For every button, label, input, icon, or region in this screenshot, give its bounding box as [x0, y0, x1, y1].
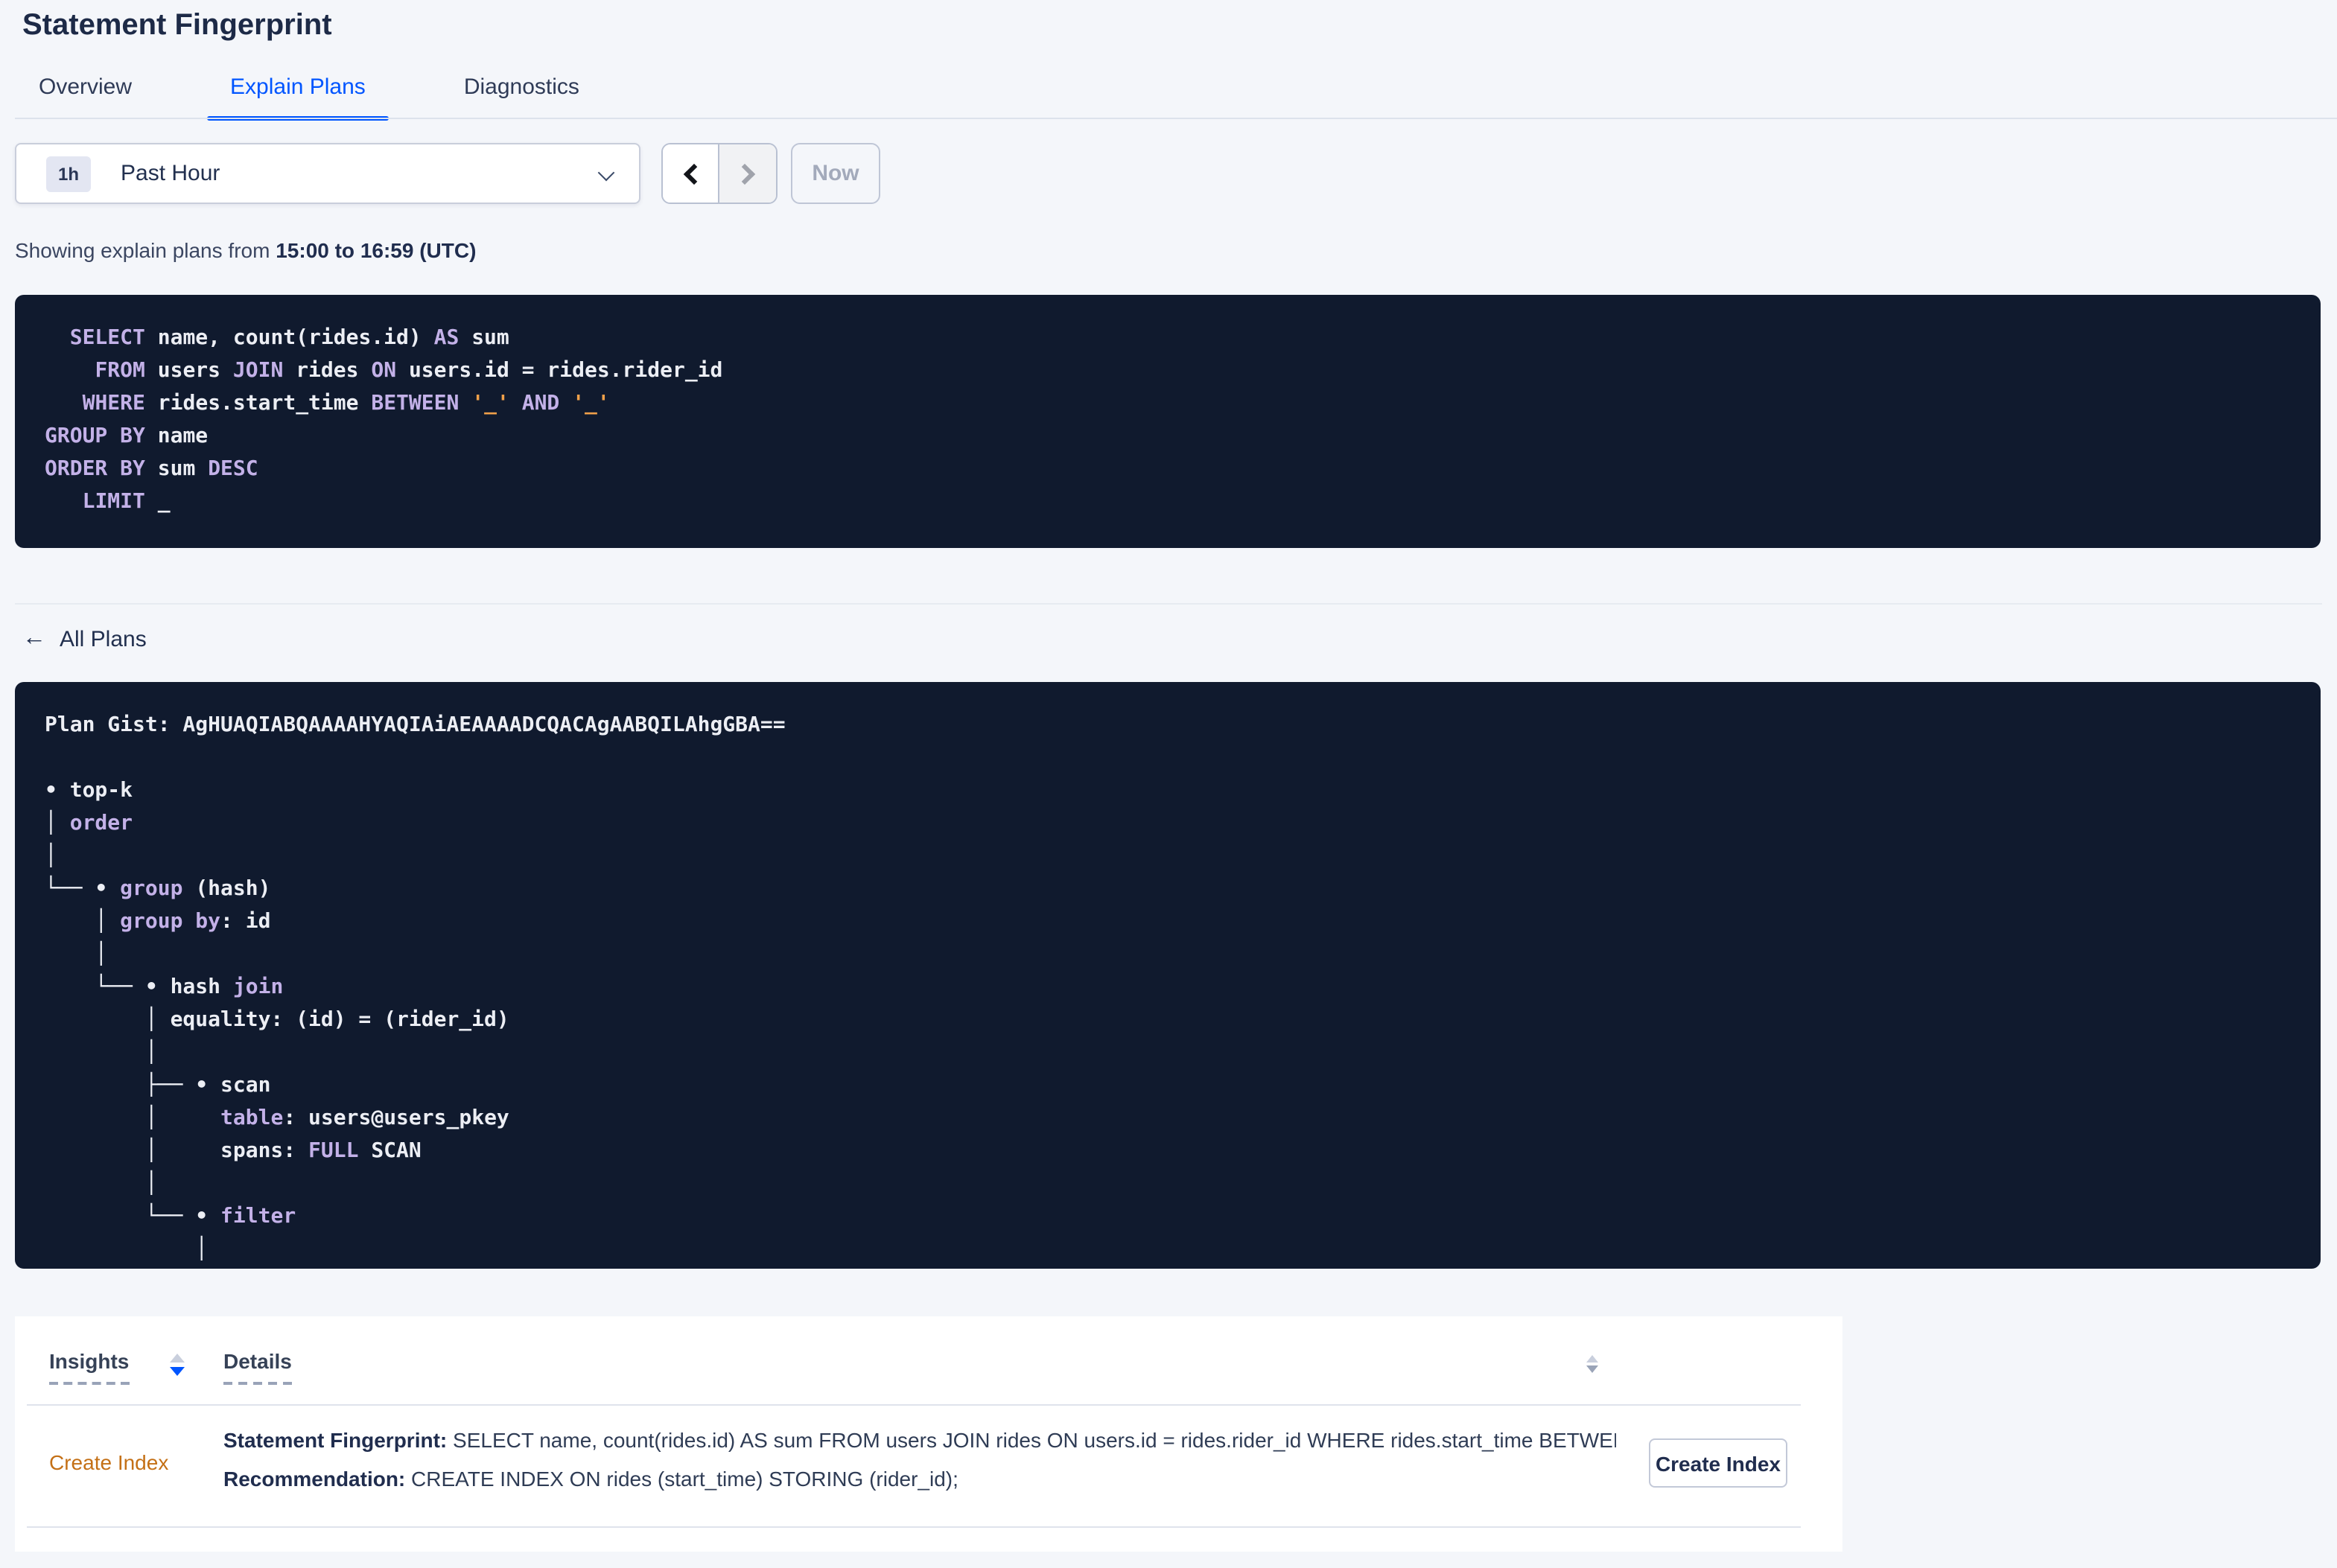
all-plans-label: All Plans	[60, 626, 147, 651]
all-plans-back-link[interactable]: ← All Plans	[22, 625, 147, 652]
tab-overview[interactable]: Overview	[15, 63, 156, 119]
sql-statement-box: SELECT name, count(rides.id) AS sum FROM…	[15, 295, 2321, 548]
sort-descending-icon	[170, 1367, 185, 1376]
table-header-divider	[27, 1404, 1801, 1406]
arrow-left-icon: ←	[22, 625, 46, 651]
column-header-details[interactable]: Details	[223, 1349, 292, 1385]
tab-explain-plans[interactable]: Explain Plans	[206, 63, 390, 121]
column-header-insights[interactable]: Insights	[49, 1349, 130, 1385]
tab-diagnostics-label: Diagnostics	[463, 74, 579, 100]
section-divider	[15, 603, 2322, 605]
tab-bar: Overview Explain Plans Diagnostics	[15, 63, 654, 121]
insight-type-link[interactable]: Create Index	[49, 1450, 168, 1474]
table-row-divider	[27, 1526, 1801, 1528]
chevron-right-icon	[734, 162, 756, 185]
recommendation-detail: Recommendation: CREATE INDEX ON rides (s…	[223, 1467, 958, 1491]
sort-descending-icon	[1586, 1365, 1598, 1373]
tab-bar-divider	[15, 118, 2337, 119]
sort-insights-control[interactable]	[170, 1354, 185, 1376]
chevron-down-icon	[597, 164, 615, 182]
statement-fingerprint-page: Statement Fingerprint Overview Explain P…	[0, 0, 2337, 1568]
recommendation-label: Recommendation:	[223, 1467, 406, 1491]
time-picker-row: 1h Past Hour Now	[15, 143, 2322, 204]
sort-details-control[interactable]	[1586, 1355, 1598, 1373]
insights-table-card: Insights Details Create Index Statement …	[15, 1316, 1842, 1552]
sort-ascending-icon	[170, 1354, 185, 1363]
time-nav-group	[661, 143, 778, 204]
sort-ascending-icon	[1586, 1355, 1598, 1363]
time-range-label: Past Hour	[121, 161, 220, 186]
tab-overview-label: Overview	[39, 74, 133, 100]
next-time-button[interactable]	[719, 144, 776, 203]
page-title: Statement Fingerprint	[22, 9, 332, 42]
statement-fingerprint-detail: Statement Fingerprint: SELECT name, coun…	[223, 1428, 1616, 1452]
showing-range-value: 15:00 to 16:59 (UTC)	[276, 238, 477, 262]
tab-explain-plans-label: Explain Plans	[230, 74, 366, 100]
showing-range-text: Showing explain plans from 15:00 to 16:5…	[15, 238, 476, 262]
now-button[interactable]: Now	[791, 143, 880, 204]
statement-fingerprint-label: Statement Fingerprint:	[223, 1428, 448, 1452]
time-interval-badge: 1h	[46, 156, 91, 191]
plan-gist-box: Plan Gist: AgHUAQIABQAAAAHYAQIAiAEAAAADC…	[15, 682, 2321, 1269]
create-index-button[interactable]: Create Index	[1649, 1438, 1787, 1488]
previous-time-button[interactable]	[663, 144, 720, 203]
tab-diagnostics[interactable]: Diagnostics	[440, 63, 603, 119]
chevron-left-icon	[682, 162, 705, 185]
showing-range-prefix: Showing explain plans from	[15, 238, 276, 262]
time-range-dropdown[interactable]: 1h Past Hour	[15, 143, 640, 204]
